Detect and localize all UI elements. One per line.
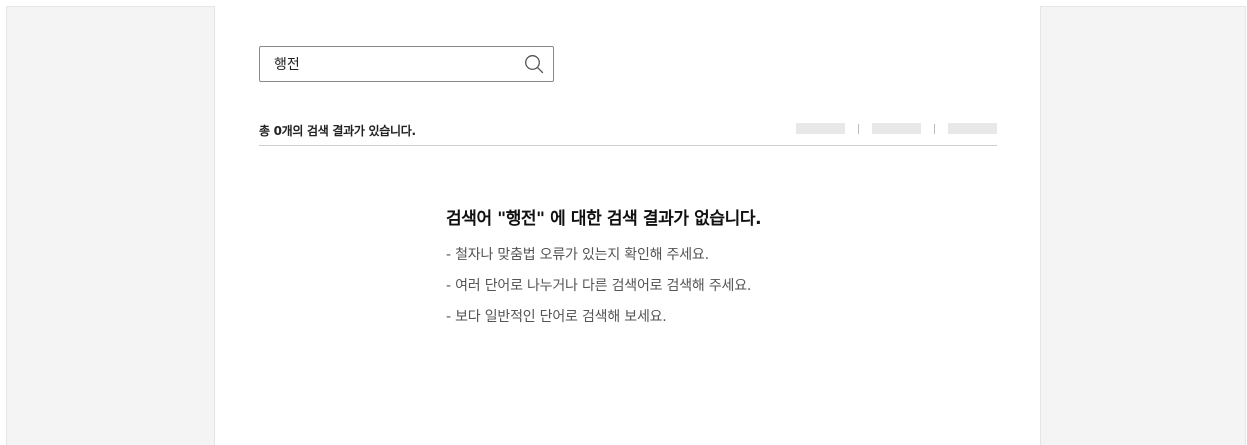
- sort-options: [796, 123, 997, 134]
- no-result-message: 검색어 "행전" 에 대한 검색 결과가 없습니다. - 철자나 맞춤법 오류가…: [446, 204, 866, 333]
- search-tip: - 보다 일반적인 단어로 검색해 보세요.: [446, 309, 667, 325]
- sort-option-3[interactable]: [948, 123, 997, 134]
- result-summary-bar: 총 0개의 검색 결과가 있습니다.: [259, 116, 997, 146]
- search-tip: - 철자나 맞춤법 오류가 있는지 확인해 주세요.: [446, 247, 709, 263]
- sort-option-1[interactable]: [796, 123, 845, 134]
- search-button[interactable]: [523, 53, 545, 75]
- search-tip: - 여러 단어로 나누거나 다른 검색어로 검색해 주세요.: [446, 278, 752, 294]
- sort-separator: [858, 123, 859, 134]
- search-input[interactable]: [274, 47, 514, 81]
- search-tips: - 철자나 맞춤법 오류가 있는지 확인해 주세요. - 여러 단어로 나누거나…: [446, 240, 866, 333]
- sort-option-2[interactable]: [872, 123, 921, 134]
- no-result-title: 검색어 "행전" 에 대한 검색 결과가 없습니다.: [446, 209, 762, 229]
- search-box: [259, 46, 554, 82]
- search-results-panel: 총 0개의 검색 결과가 있습니다. 검색어 "행전" 에 대한 검색 결과가 …: [214, 6, 1041, 445]
- sort-separator: [934, 123, 935, 134]
- result-count: 총 0개의 검색 결과가 있습니다.: [259, 124, 416, 138]
- search-icon: [525, 55, 544, 74]
